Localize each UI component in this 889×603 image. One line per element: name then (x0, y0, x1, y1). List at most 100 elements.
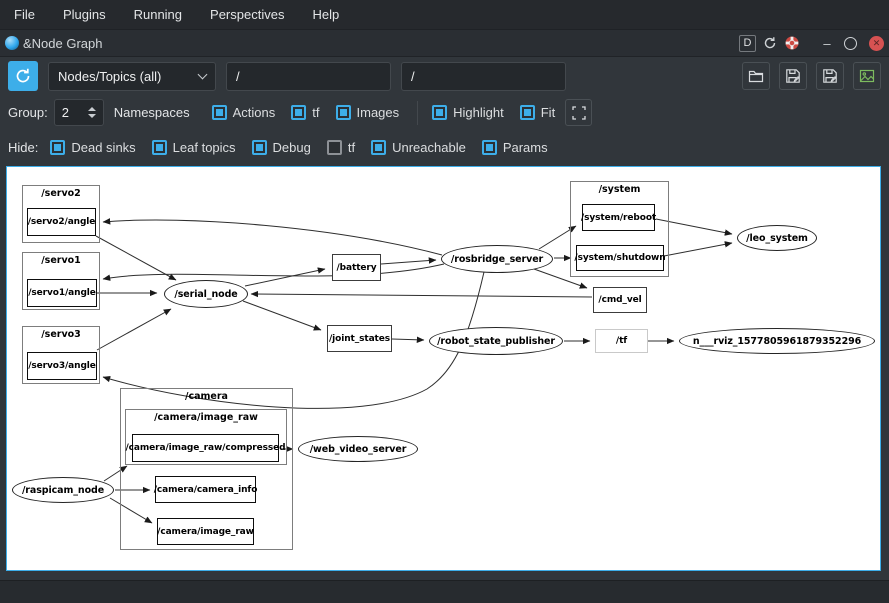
menu-file[interactable]: File (0, 0, 49, 29)
checkbox-params[interactable]: Params (482, 140, 548, 155)
group-spinbox[interactable]: 2 (54, 99, 104, 126)
cluster-label: /servo2 (23, 188, 99, 199)
checkbox-indicator (482, 140, 497, 155)
reload-icon (763, 36, 777, 50)
image-icon (859, 68, 875, 84)
checkbox-label: Images (357, 105, 400, 120)
help-button[interactable] (783, 35, 800, 52)
status-bar (0, 580, 889, 603)
checkbox-indicator (327, 140, 342, 155)
topic-cmd-vel[interactable]: /cmd_vel (593, 287, 647, 313)
checkbox-label: Fit (541, 105, 555, 120)
graph-type-combo-value: Nodes/Topics (all) (58, 69, 161, 84)
fit-in-view-button[interactable] (565, 99, 592, 126)
checkbox-indicator (371, 140, 386, 155)
fit-view-icon (572, 106, 586, 120)
namespaces-label: Namespaces (114, 105, 190, 120)
checkbox-indicator (336, 105, 351, 120)
reload-plugin-button[interactable] (761, 35, 778, 52)
node-rosbridge-server[interactable]: /rosbridge_server (441, 245, 553, 273)
checkbox-actions[interactable]: Actions (212, 105, 276, 120)
chevron-down-icon (198, 69, 208, 79)
checkbox-indicator (291, 105, 306, 120)
checkbox-indicator (432, 105, 447, 120)
checkbox-indicator (212, 105, 227, 120)
node-rviz[interactable]: n___rviz_1577805961879352296 (679, 328, 875, 354)
topic-camera-camera-info[interactable]: /camera/camera_info (155, 476, 256, 503)
topic-servo3-angle[interactable]: /servo3/angle (27, 352, 97, 380)
checkbox-indicator (152, 140, 167, 155)
menu-bar: File Plugins Running Perspectives Help (0, 0, 889, 30)
plugin-title: &Node Graph (23, 36, 103, 51)
group-spinbox-value: 2 (62, 105, 69, 120)
checkbox-fit[interactable]: Fit (520, 105, 555, 120)
node-raspicam-node[interactable]: /raspicam_node (12, 477, 114, 503)
refresh-graph-button[interactable] (8, 61, 38, 91)
cluster-label: /camera/image_raw (126, 412, 286, 423)
topic-servo2-angle[interactable]: /servo2/angle (27, 208, 96, 236)
float-button[interactable] (844, 37, 857, 50)
lifebuoy-icon (785, 36, 799, 50)
save-as-icon (822, 68, 838, 84)
cluster-label: /camera (121, 391, 292, 402)
checkbox-indicator (252, 140, 267, 155)
rqt-window: File Plugins Running Perspectives Help &… (0, 0, 889, 603)
topic-system-reboot[interactable]: /system/reboot (582, 204, 655, 231)
save-svg-button[interactable] (816, 62, 844, 90)
separator (417, 101, 418, 125)
save-image-button[interactable] (853, 62, 881, 90)
save-dot-button[interactable] (779, 62, 807, 90)
checkbox-highlight[interactable]: Highlight (432, 105, 504, 120)
dock-button[interactable]: D (739, 35, 756, 52)
refresh-icon (14, 67, 32, 85)
node-web-video-server[interactable]: /web_video_server (298, 436, 418, 462)
load-dot-button[interactable] (742, 62, 770, 90)
cluster-label: /servo3 (23, 329, 99, 340)
checkbox-debug[interactable]: Debug (252, 140, 311, 155)
options-row: Group: 2 Namespaces Actions tf Images Hi… (0, 95, 889, 130)
save-as-icon (785, 68, 801, 84)
topic-battery[interactable]: /battery (332, 254, 381, 281)
hide-label: Hide: (8, 140, 38, 155)
checkbox-label: tf (312, 105, 319, 120)
group-label: Group: (8, 105, 48, 120)
topic-servo1-angle[interactable]: /servo1/angle (27, 279, 97, 307)
checkbox-unreachable[interactable]: Unreachable (371, 140, 466, 155)
menu-help[interactable]: Help (298, 0, 353, 29)
checkbox-dead-sinks[interactable]: Dead sinks (50, 140, 135, 155)
node-serial-node[interactable]: /serial_node (164, 280, 248, 308)
checkbox-indicator (520, 105, 535, 120)
node-filter-input[interactable] (401, 62, 566, 91)
checkbox-label: Leaf topics (173, 140, 236, 155)
topic-tf[interactable]: /tf (595, 329, 648, 353)
open-folder-icon (748, 68, 764, 84)
close-plugin-button[interactable]: ✕ (869, 36, 884, 51)
topic-joint-states[interactable]: /joint_states (327, 325, 392, 352)
node-robot-state-publisher[interactable]: /robot_state_publisher (429, 327, 563, 355)
graph-toolbar: Nodes/Topics (all) (0, 57, 889, 95)
topic-system-shutdown[interactable]: /system/shutdown (576, 245, 664, 271)
menu-plugins[interactable]: Plugins (49, 0, 120, 29)
node-leo-system[interactable]: /leo_system (737, 225, 817, 251)
menu-running[interactable]: Running (120, 0, 196, 29)
checkbox-label: Params (503, 140, 548, 155)
cluster-label: /servo1 (23, 255, 99, 266)
graph-type-combo[interactable]: Nodes/Topics (all) (48, 62, 216, 91)
topic-camera-image-raw-compressed[interactable]: /camera/image_raw/compressed (132, 434, 279, 462)
cluster-label: /system (571, 184, 668, 195)
checkbox-label: tf (348, 140, 355, 155)
graph-canvas[interactable]: /servo2 /servo1 /servo3 /system /camera … (6, 166, 881, 571)
topic-camera-image-raw[interactable]: /camera/image_raw (157, 518, 254, 545)
checkbox-images[interactable]: Images (336, 105, 400, 120)
checkbox-tf-group[interactable]: tf (291, 105, 319, 120)
checkbox-label: Actions (233, 105, 276, 120)
checkbox-label: Dead sinks (71, 140, 135, 155)
checkbox-hide-tf[interactable]: tf (327, 140, 355, 155)
menu-perspectives[interactable]: Perspectives (196, 0, 298, 29)
topic-filter-input[interactable] (226, 62, 391, 91)
checkbox-leaf-topics[interactable]: Leaf topics (152, 140, 236, 155)
rqt-logo-icon (5, 36, 19, 50)
minimize-button[interactable]: – (821, 36, 833, 51)
checkbox-label: Highlight (453, 105, 504, 120)
spinner-arrows-icon[interactable] (88, 107, 96, 118)
